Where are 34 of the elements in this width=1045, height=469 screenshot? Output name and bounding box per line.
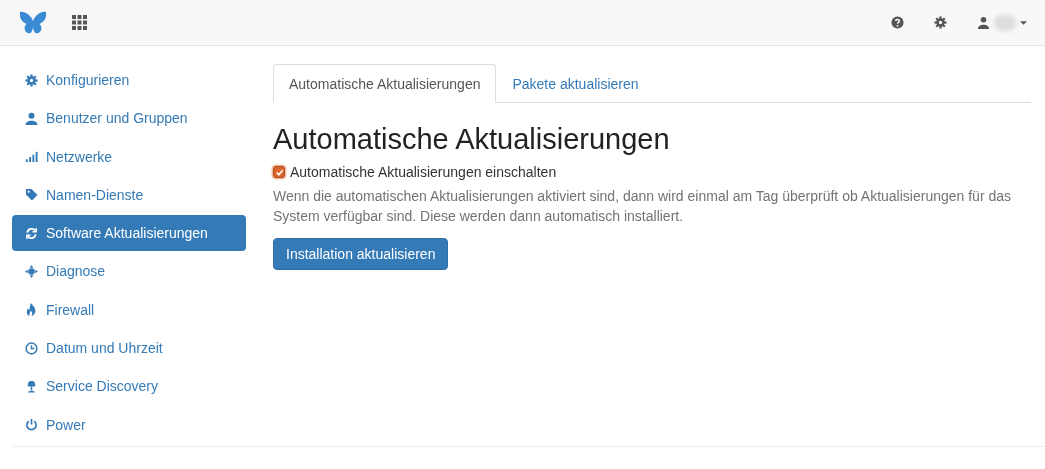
- signal-bars-icon: [25, 150, 38, 164]
- sidebar-item[interactable]: Power: [12, 406, 246, 443]
- help-icon[interactable]: [891, 16, 904, 29]
- update-installation-button[interactable]: Installation aktualisieren: [273, 238, 449, 270]
- refresh-icon: [25, 226, 38, 240]
- checkbox[interactable]: [273, 166, 285, 178]
- sidebar-item[interactable]: Benutzer und Gruppen: [12, 100, 246, 137]
- flame-icon: [25, 303, 38, 317]
- butterfly-logo[interactable]: [18, 9, 48, 36]
- page-heading: Automatische Aktualisierungen: [273, 123, 671, 156]
- power-icon: [25, 418, 38, 432]
- sidebar-item[interactable]: Firewall: [12, 291, 246, 328]
- blurred-username: [994, 14, 1016, 31]
- grid-icon[interactable]: [72, 15, 87, 30]
- sidebar-item[interactable]: Datum und Uhrzeit: [12, 330, 246, 367]
- sidebar-item[interactable]: Namen-Dienste: [12, 176, 246, 213]
- user-icon: [25, 111, 38, 125]
- sidebar-item[interactable]: Service Discovery: [12, 368, 246, 405]
- lamp-icon: [25, 379, 38, 393]
- tab[interactable]: Automatische Aktualisierungen: [273, 64, 497, 103]
- sidebar-item[interactable]: Konfigurieren: [12, 62, 246, 98]
- sidebar-item[interactable]: Netzwerke: [12, 138, 246, 175]
- caret-icon[interactable]: [1020, 20, 1027, 25]
- sidebar-item[interactable]: Software Aktualisierungen: [12, 215, 246, 252]
- crosshair-icon: [25, 265, 38, 278]
- gear-icon: [25, 73, 38, 87]
- settings-icon[interactable]: [934, 16, 947, 29]
- description-text: Wenn die automatischen Aktualisierungen aktiviert sind, dann wird einmal am Tag überprüft ob Aktualisierungen für das System verfügbar sind. Diese werden dann automatisch installiert.: [273, 187, 1013, 226]
- checkbox-label: Automatische Aktualisierungen einschalten: [290, 164, 557, 180]
- clock-icon: [25, 341, 38, 355]
- tag-icon: [25, 188, 38, 202]
- user-icon[interactable]: [977, 16, 990, 29]
- sidebar-item[interactable]: Diagnose: [12, 253, 246, 290]
- tab[interactable]: Pakete aktualisieren: [496, 64, 655, 103]
